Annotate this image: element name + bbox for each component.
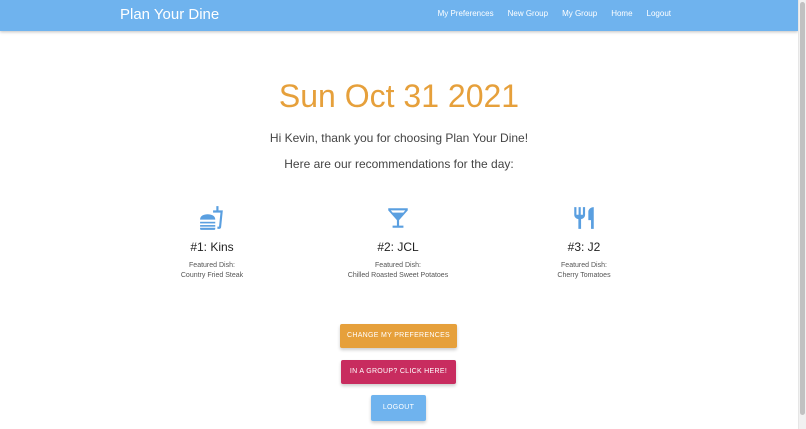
recommendation-card-3: #3: J2 Featured Dish: Cherry Tomatoes: [504, 205, 664, 279]
nav-home[interactable]: Home: [611, 9, 632, 18]
nav-my-preferences[interactable]: My Preferences: [438, 9, 494, 18]
restaurant-icon: [504, 205, 664, 231]
date-heading: Sun Oct 31 2021: [278, 78, 520, 114]
change-preferences-button[interactable]: CHANGE MY PREFERENCES: [340, 324, 457, 348]
nav-links: My Preferences New Group My Group Home L…: [438, 9, 671, 18]
group-button[interactable]: IN A GROUP? CLICK HERE!: [341, 360, 456, 384]
featured-dish-name: Cherry Tomatoes: [557, 272, 611, 279]
featured-dish-label: Featured Dish:: [375, 262, 421, 269]
cocktail-icon: [318, 205, 478, 231]
page-scrollbar[interactable]: [798, 0, 806, 429]
brand-link[interactable]: Plan Your Dine: [120, 6, 219, 23]
recommendations-subheading: Here are our recommendations for the day…: [284, 157, 514, 171]
featured-dish-label: Featured Dish:: [189, 262, 235, 269]
nav-new-group[interactable]: New Group: [508, 9, 548, 18]
featured-dish-name: Chilled Roasted Sweet Potatoes: [347, 272, 449, 279]
recommendation-card-2: #2: JCL Featured Dish: Chilled Roasted S…: [318, 205, 478, 279]
featured-dish-name: Country Fried Steak: [180, 272, 244, 279]
nav-logout[interactable]: Logout: [647, 9, 671, 18]
scrollbar-thumb[interactable]: [800, 2, 805, 415]
fastfood-icon: [132, 205, 292, 231]
recommendation-title: #2: JCL: [377, 240, 419, 254]
logout-button[interactable]: LOGOUT: [371, 395, 426, 421]
top-navbar: Plan Your Dine My Preferences New Group …: [0, 0, 798, 31]
recommendation-card-1: #1: Kins Featured Dish: Country Fried St…: [132, 205, 292, 279]
recommendation-title: #1: Kins: [190, 240, 234, 254]
recommendation-title: #3: J2: [567, 240, 601, 254]
greeting-text: Hi Kevin, thank you for choosing Plan Yo…: [269, 131, 529, 145]
nav-my-group[interactable]: My Group: [562, 9, 597, 18]
featured-dish-label: Featured Dish:: [561, 262, 607, 269]
